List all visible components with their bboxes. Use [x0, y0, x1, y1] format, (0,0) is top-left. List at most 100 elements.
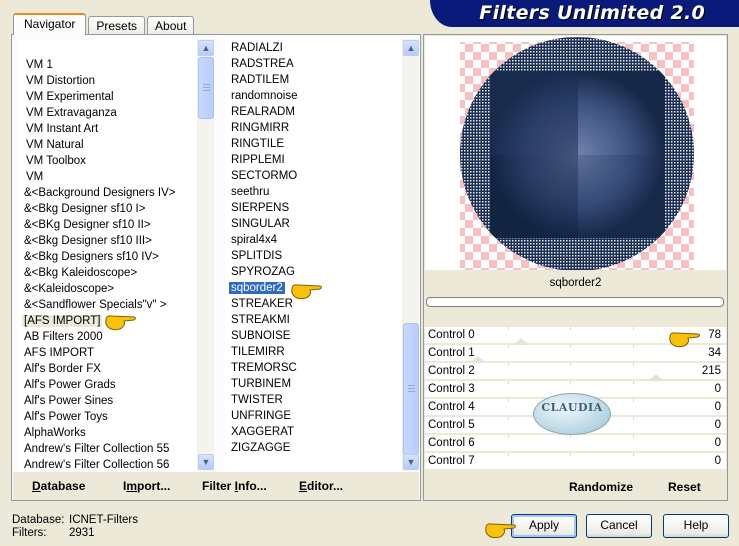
scroll-up-button[interactable]: ▲ — [403, 40, 419, 56]
list-item[interactable]: RADTILEM — [225, 72, 419, 88]
control-slider[interactable]: Control 7 0 — [425, 453, 726, 471]
tab-about[interactable]: About — [147, 16, 195, 35]
list-item[interactable]: AlphaWorks — [18, 425, 214, 441]
pointing-hand-icon — [669, 332, 700, 348]
list-item[interactable]: VM Toolbox — [18, 153, 214, 169]
app-title-banner: Filters Unlimited 2.0 — [430, 0, 739, 27]
cancel-button[interactable]: Cancel — [586, 514, 652, 538]
list-item[interactable]: RINGMIRR — [225, 120, 419, 136]
list-item[interactable]: &<Bkg Designers sf10 IV> — [18, 249, 214, 265]
control-value: 78 — [708, 329, 721, 341]
control-label: Control 5 — [428, 419, 475, 431]
list-item[interactable]: STREAKMI — [225, 312, 419, 328]
watermark-logo: CLAUDIA — [533, 393, 611, 435]
scroll-thumb[interactable] — [403, 323, 419, 455]
list-item[interactable]: RADSTREA — [225, 56, 419, 72]
list-item[interactable]: &<BKg Designer sf10 II> — [18, 217, 214, 233]
list-item[interactable]: TILEMIRR — [225, 344, 419, 360]
filter-info-button[interactable]: Filter Info... — [202, 479, 267, 493]
help-button[interactable]: Help — [663, 514, 729, 538]
list-item[interactable]: SUBNOISE — [225, 328, 419, 344]
list-item[interactable]: Alf's Power Toys — [18, 409, 214, 425]
list-item[interactable]: Alf's Border FX — [18, 361, 214, 377]
control-label: Control 2 — [428, 365, 475, 377]
category-scrollbar[interactable]: ▲ ▼ — [197, 39, 214, 471]
list-item[interactable]: Alf's Power Grads — [18, 377, 214, 393]
navigator-panel: VM 1 VM Distortion VM Experimental VM Extra… — [11, 34, 421, 501]
tab-navigator[interactable]: Navigator — [13, 13, 87, 35]
list-item[interactable]: VM Instant Art — [18, 121, 214, 137]
list-item[interactable]: UNFRINGE — [225, 408, 419, 424]
control-value: 0 — [714, 455, 721, 467]
list-item[interactable]: Andrew's Filter Collection 55 — [18, 441, 214, 457]
list-item[interactable]: seethru — [225, 184, 419, 200]
scroll-thumb[interactable] — [198, 57, 214, 119]
slider-thumb[interactable] — [647, 374, 664, 381]
list-item[interactable]: RADIALZI — [225, 40, 419, 56]
list-item[interactable]: VM Extravaganza — [18, 105, 214, 121]
control-value: 0 — [714, 401, 721, 413]
apply-button[interactable]: Apply — [511, 514, 577, 538]
database-button[interactable]: Database — [32, 479, 85, 493]
list-item[interactable]: VM Natural — [18, 137, 214, 153]
list-item[interactable]: SIERPENS — [225, 200, 419, 216]
list-item[interactable]: &<Bkg Designer sf10 III> — [18, 233, 214, 249]
list-item[interactable]: VM Distortion — [18, 73, 214, 89]
list-item[interactable]: TREMORSC — [225, 360, 419, 376]
control-value: 0 — [714, 419, 721, 431]
tab-presets[interactable]: Presets — [88, 16, 146, 35]
list-item[interactable]: SPYROZAG — [225, 264, 419, 280]
pointing-hand-icon — [485, 523, 516, 539]
control-value: 0 — [714, 437, 721, 449]
list-item[interactable]: TWISTER — [225, 392, 419, 408]
database-value: ICNET-Filters — [69, 514, 138, 526]
list-item[interactable]: spiral4x4 — [225, 232, 419, 248]
import-button[interactable]: Import... — [123, 479, 170, 493]
scroll-up-button[interactable]: ▲ — [198, 40, 214, 56]
list-item[interactable]: Andrew's Filter Collection 56 — [18, 457, 214, 473]
control-label: Control 7 — [428, 455, 475, 467]
category-list[interactable]: VM 1 VM Distortion VM Experimental VM Extra… — [18, 39, 214, 471]
randomize-button[interactable]: Randomize — [569, 480, 633, 494]
list-item[interactable]: RIPPLEMI — [225, 152, 419, 168]
list-item[interactable]: &<Bkg Kaleidoscope> — [18, 265, 214, 281]
list-item[interactable]: VM Experimental — [18, 89, 214, 105]
list-item[interactable]: &<Sandflower Specials"v" > — [18, 297, 214, 313]
list-item[interactable]: VM — [18, 169, 214, 185]
list-item[interactable]: &<Kaleidoscope> — [18, 281, 214, 297]
progress-bar — [426, 297, 724, 307]
preview-canvas — [460, 37, 694, 270]
list-item[interactable]: SINGULAR — [225, 216, 419, 232]
filter-scrollbar[interactable]: ▲ ▼ — [402, 39, 419, 471]
control-slider[interactable]: Control 2 215 — [425, 363, 726, 381]
list-item[interactable]: ZIGZAGGE — [225, 440, 419, 456]
database-label: Database: — [12, 514, 65, 526]
list-item[interactable]: Alf's Power Sines — [18, 393, 214, 409]
list-item[interactable]: &<Background Designers IV> — [18, 185, 214, 201]
control-value: 34 — [708, 347, 721, 359]
list-item[interactable]: REALRADM — [225, 104, 419, 120]
preview-image — [425, 36, 726, 270]
list-item[interactable]: AFS IMPORT — [18, 345, 214, 361]
filters-count-label: Filters: — [12, 527, 47, 539]
navigator-toolbar: Database Import... Filter Info... Editor… — [13, 472, 419, 500]
scroll-down-button[interactable]: ▼ — [198, 454, 214, 470]
scroll-down-button[interactable]: ▼ — [403, 454, 419, 470]
list-item[interactable]: SPLITDIS — [225, 248, 419, 264]
list-item[interactable]: VM 1 — [18, 57, 214, 73]
list-item[interactable]: &<Bkg Designer sf10 I> — [18, 201, 214, 217]
slider-thumb[interactable] — [513, 338, 530, 345]
list-item[interactable]: TURBINEM — [225, 376, 419, 392]
filters-count-value: 2931 — [69, 527, 95, 539]
control-slider[interactable]: Control 6 0 — [425, 435, 726, 453]
control-label: Control 3 — [428, 383, 475, 395]
list-item[interactable]: randomnoise — [225, 88, 419, 104]
editor-button[interactable]: Editor... — [299, 479, 343, 493]
reset-button[interactable]: Reset — [668, 480, 701, 494]
list-item[interactable]: RINGTILE — [225, 136, 419, 152]
tab-strip: Navigator Presets About — [13, 13, 196, 35]
list-item[interactable]: SECTORMO — [225, 168, 419, 184]
database-status: Database: ICNET-Filters Filters: 2931 — [12, 514, 138, 540]
list-item[interactable]: XAGGERAT — [225, 424, 419, 440]
filter-list[interactable]: RADIALZI RADSTREA RADTILEM randomnoise REALR… — [225, 39, 419, 471]
